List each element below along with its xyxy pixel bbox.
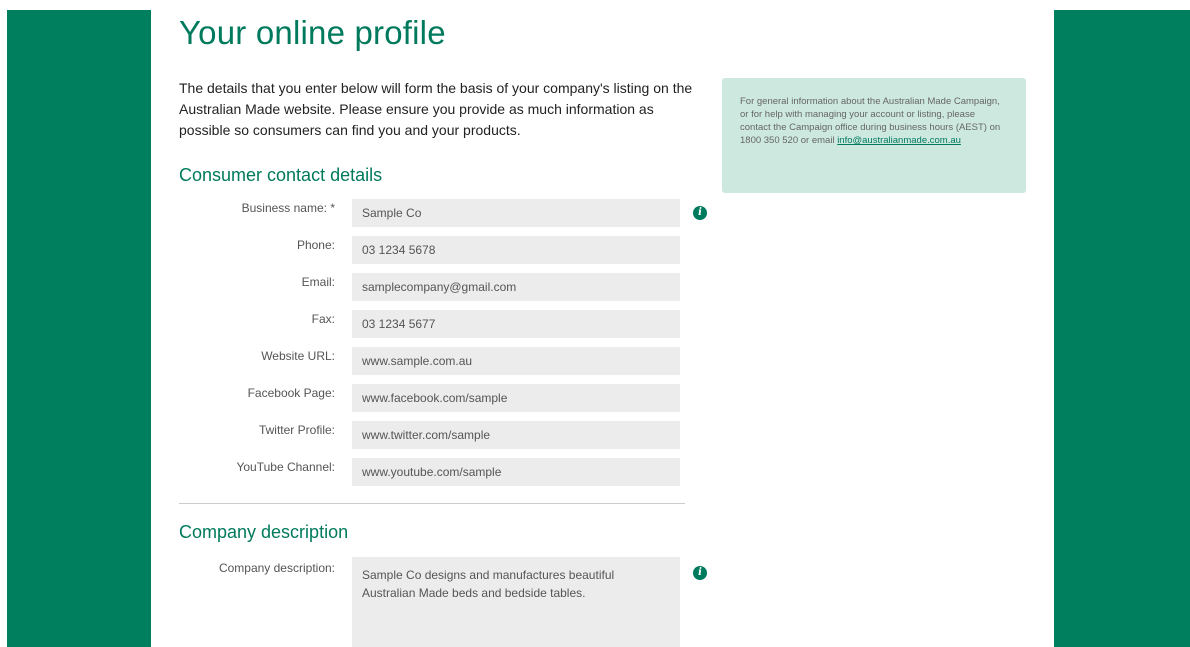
help-email-link[interactable]: info@australianmade.com.au: [837, 135, 961, 146]
left-green-band: [7, 10, 151, 647]
company-description-label: Company description:: [218, 561, 335, 575]
section-divider: [179, 503, 685, 504]
facebook-page-input[interactable]: [352, 384, 680, 412]
twitter-profile-label: Twitter Profile:: [258, 423, 335, 437]
youtube-channel-input[interactable]: [352, 458, 680, 486]
website-url-input[interactable]: [352, 347, 680, 375]
business-name-label: Business name: *: [241, 201, 335, 215]
fax-input[interactable]: [352, 310, 680, 338]
company-description-heading: Company description: [179, 522, 349, 542]
facebook-page-label: Facebook Page:: [247, 386, 335, 400]
info-icon[interactable]: i: [693, 206, 707, 220]
consumer-contact-heading: Consumer contact details: [179, 165, 383, 185]
page-title: Your online profile: [179, 14, 446, 51]
main-content: Your online profile The details that you…: [151, 0, 1054, 647]
phone-label: Phone:: [296, 238, 335, 252]
fax-label: Fax:: [311, 312, 335, 326]
help-box: For general information about the Austra…: [722, 78, 1026, 193]
business-name-input[interactable]: [352, 199, 680, 227]
youtube-channel-label: YouTube Channel:: [236, 460, 335, 474]
phone-input[interactable]: [352, 236, 680, 264]
right-green-band: [1054, 10, 1190, 647]
company-description-textarea[interactable]: Sample Co designs and manufactures beaut…: [352, 557, 680, 647]
email-label: Email:: [301, 275, 335, 289]
info-icon[interactable]: i: [693, 566, 707, 580]
intro-text: The details that you enter below will fo…: [179, 80, 693, 138]
twitter-profile-input[interactable]: [352, 421, 680, 449]
email-input[interactable]: [352, 273, 680, 301]
website-url-label: Website URL:: [261, 349, 335, 363]
